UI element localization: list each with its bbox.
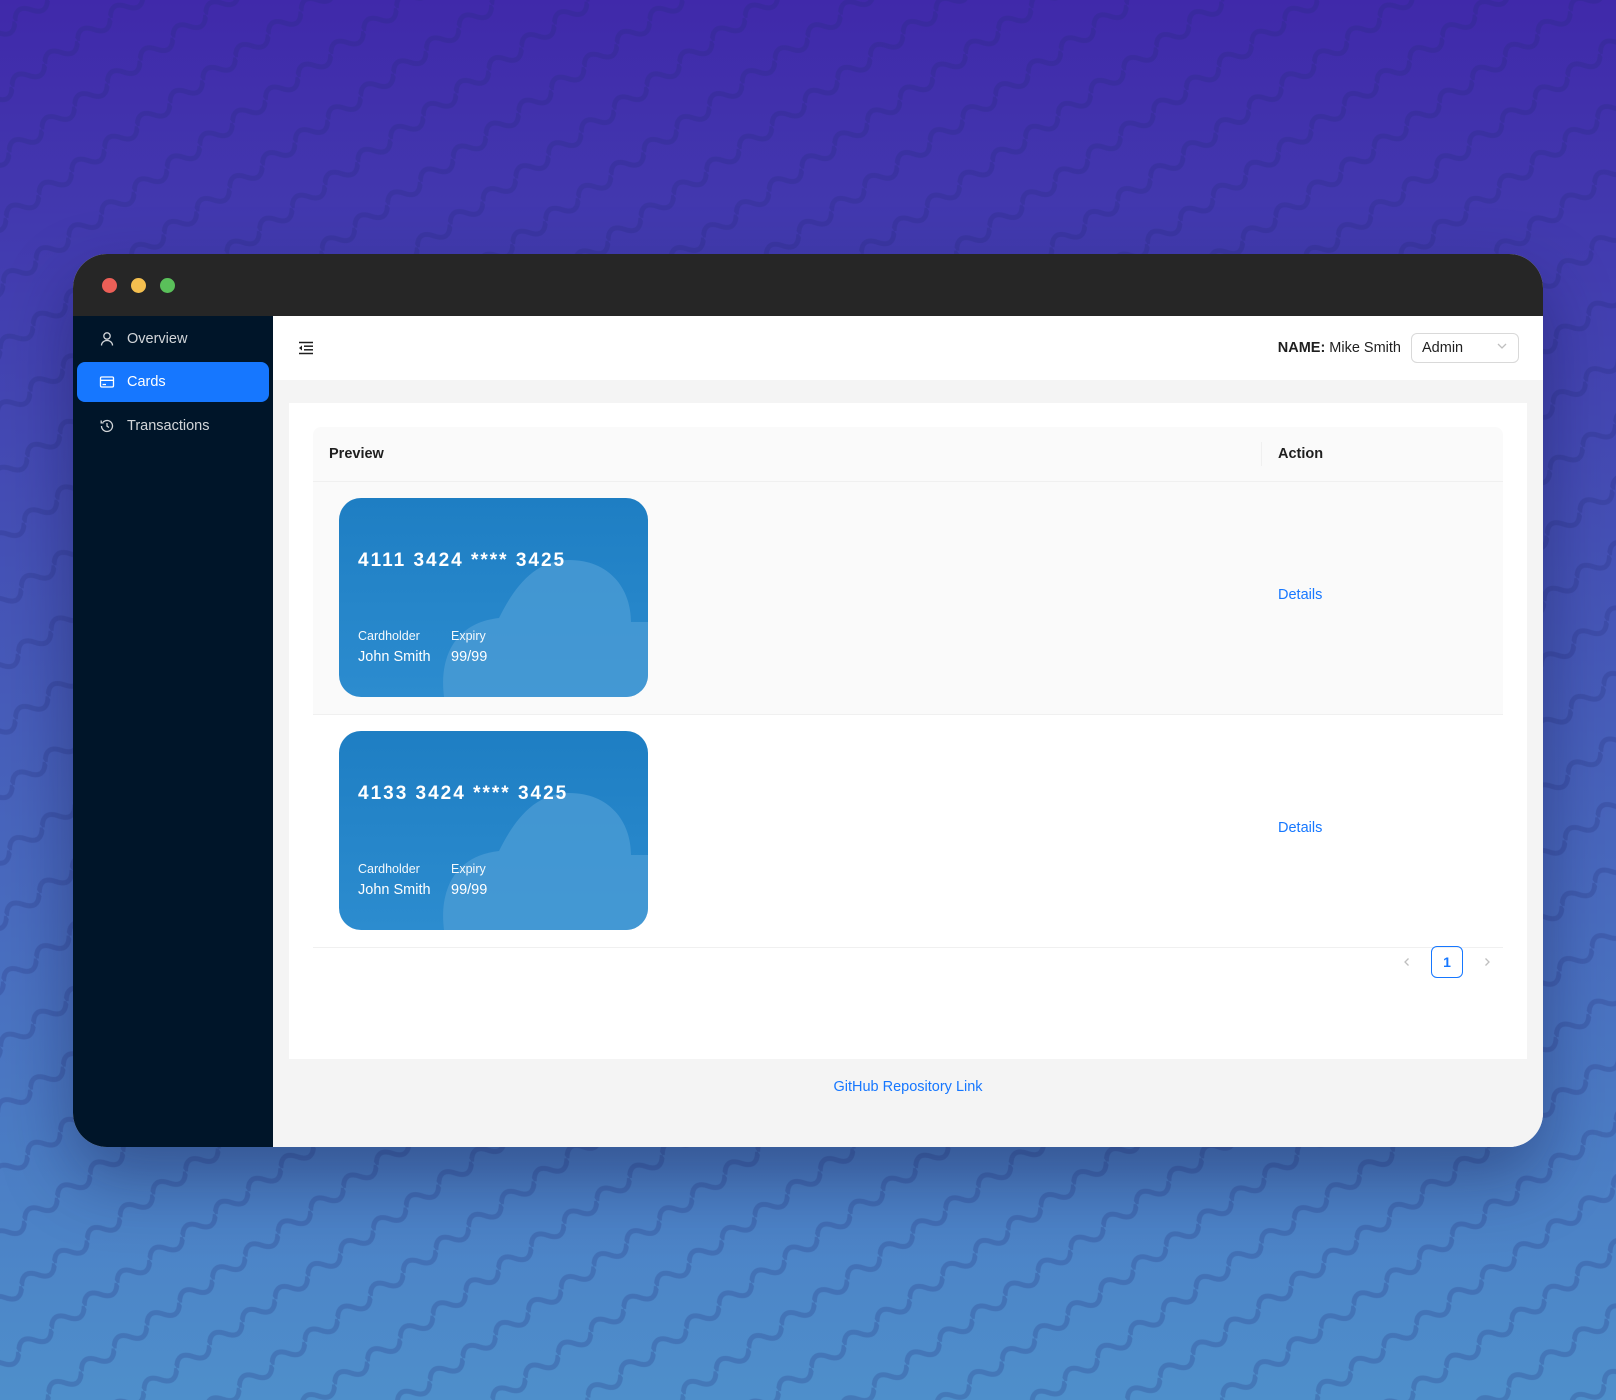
sidebar-item-overview[interactable]: Overview [77,319,269,359]
table-row: 4111 3424 **** 3425 Cardholder John Smit… [313,482,1503,715]
user-name: Mike Smith [1329,340,1401,356]
details-link[interactable]: Details [1278,820,1322,836]
sidebar-item-transactions[interactable]: Transactions [77,406,269,446]
top-header: NAME: Mike Smith Admin [273,316,1543,380]
minimize-window-button[interactable] [131,278,146,293]
cardholder-name: John Smith [358,649,431,665]
table-header: Preview Action [313,427,1503,482]
menu-fold-icon[interactable] [297,339,315,357]
sidebar-item-cards[interactable]: Cards [77,362,269,402]
card-cloud-decoration [443,560,648,697]
user-icon [99,331,115,347]
previous-page-button[interactable] [1391,946,1423,978]
user-info: NAME: Mike Smith Admin [1278,332,1519,364]
expiry-block: Expiry 99/99 [451,862,487,898]
page-number-current[interactable]: 1 [1431,946,1463,978]
sidebar-item-label: Overview [127,331,188,347]
name-label: NAME: [1277,340,1326,356]
table-row: 4133 3424 **** 3425 Cardholder John Smit… [313,715,1503,948]
column-header-preview: Preview [329,446,384,462]
column-header-action: Action [1278,446,1324,462]
cards-panel: Preview Action 4111 3424 **** 3425 Cardh… [289,403,1527,1059]
chevron-left-icon [1404,958,1409,966]
expiry-value: 99/99 [451,649,488,665]
credit-card-preview: 4111 3424 **** 3425 Cardholder John Smit… [339,498,648,697]
column-divider [1261,442,1262,466]
cardholder-label: Cardholder [358,629,420,643]
expiry-label: Expiry [451,629,486,643]
card-cloud-decoration [443,793,648,930]
role-select-value: Admin [1422,340,1464,356]
cards-table: Preview Action 4111 3424 **** 3425 Cardh… [313,427,1503,948]
expiry-value: 99/99 [451,882,488,898]
cardholder-block: Cardholder John Smith [358,629,431,665]
expiry-label: Expiry [451,862,486,876]
next-page-button[interactable] [1471,946,1503,978]
window-titlebar [73,254,1543,316]
card-number: 4111 3424 **** 3425 [358,550,567,571]
app-window: Overview Cards Transactions NAME: Mike S… [73,254,1543,1147]
chevron-down-icon [1496,340,1508,356]
card-number: 4133 3424 **** 3425 [358,783,569,804]
credit-card-icon [99,374,115,390]
cardholder-block: Cardholder John Smith [358,862,431,898]
credit-card-preview: 4133 3424 **** 3425 Cardholder John Smit… [339,731,648,930]
cardholder-label: Cardholder [358,862,420,876]
sidebar-item-label: Transactions [127,418,210,434]
cardholder-name: John Smith [358,882,431,898]
github-repository-link[interactable]: GitHub Repository Link [273,1079,1543,1095]
sidebar-item-label: Cards [127,374,166,390]
details-link[interactable]: Details [1278,587,1322,603]
sidebar: Overview Cards Transactions [73,316,273,1147]
history-icon [99,418,115,434]
role-select[interactable]: Admin [1411,333,1519,363]
pagination: 1 [1391,946,1503,978]
close-window-button[interactable] [102,278,117,293]
maximize-window-button[interactable] [160,278,175,293]
main-area: NAME: Mike Smith Admin Preview Action 41… [273,316,1543,1147]
expiry-block: Expiry 99/99 [451,629,487,665]
chevron-right-icon [1485,958,1490,966]
